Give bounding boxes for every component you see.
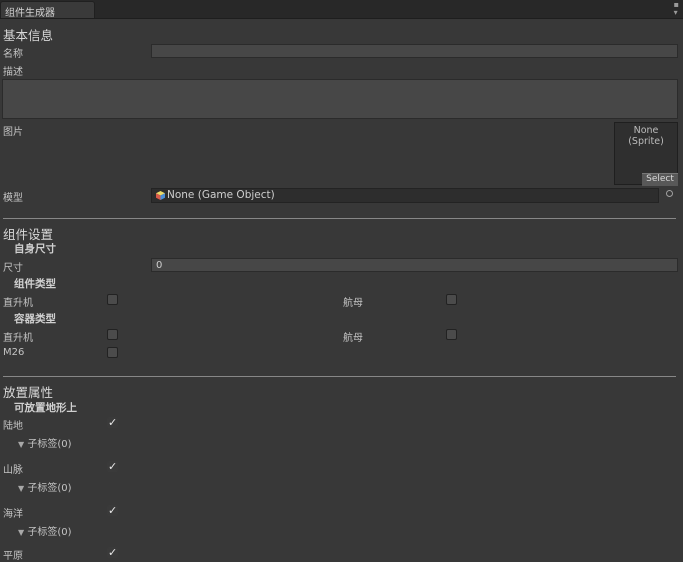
size-label: 尺寸 bbox=[3, 263, 23, 274]
section-title-basic: 基本信息 bbox=[3, 28, 54, 43]
sprite-field[interactable]: None (Sprite) Select bbox=[614, 122, 678, 186]
subtag-label: 子标签(0) bbox=[27, 527, 72, 538]
tab-component-generator[interactable]: 组件生成器 bbox=[0, 1, 95, 19]
component-type-label: 直升机 bbox=[3, 298, 33, 309]
foldout-triangle-icon: ▼ bbox=[18, 528, 25, 537]
terrain-checkbox[interactable] bbox=[107, 461, 118, 472]
model-object-field[interactable]: None (Game Object) bbox=[151, 188, 659, 203]
name-input[interactable] bbox=[151, 44, 678, 58]
foldout-triangle-icon: ▼ bbox=[18, 440, 25, 449]
container-type-label: M26 bbox=[3, 347, 25, 358]
section-divider bbox=[3, 376, 676, 377]
terrain-label: 陆地 bbox=[3, 421, 23, 432]
component-type-checkbox[interactable] bbox=[107, 294, 118, 305]
sprite-value-line2: (Sprite) bbox=[628, 136, 664, 147]
sprite-value-line1: None bbox=[633, 125, 659, 136]
section-divider bbox=[3, 218, 676, 219]
terrain-label: 山脉 bbox=[3, 465, 23, 476]
name-label: 名称 bbox=[3, 49, 23, 60]
container-type-checkbox[interactable] bbox=[107, 329, 118, 340]
self-size-title: 自身尺寸 bbox=[14, 243, 56, 255]
description-textarea[interactable] bbox=[2, 79, 678, 119]
container-type-checkbox[interactable] bbox=[107, 347, 118, 358]
container-type-checkbox[interactable] bbox=[446, 329, 457, 340]
subtag-foldout[interactable]: ▼ 子标签(0) bbox=[18, 479, 72, 494]
section-title-placement: 放置属性 bbox=[3, 385, 54, 400]
component-type-label: 航母 bbox=[343, 298, 363, 309]
terrain-title: 可放置地形上 bbox=[14, 402, 77, 414]
terrain-checkbox[interactable] bbox=[107, 547, 118, 558]
container-type-title: 容器类型 bbox=[14, 313, 56, 325]
object-picker-icon[interactable] bbox=[666, 190, 673, 197]
terrain-checkbox[interactable] bbox=[107, 505, 118, 516]
subtag-label: 子标签(0) bbox=[27, 439, 72, 450]
gameobject-cube-icon bbox=[156, 191, 165, 200]
subtag-foldout[interactable]: ▼ 子标签(0) bbox=[18, 435, 72, 450]
terrain-checkbox[interactable] bbox=[107, 417, 118, 428]
description-label: 描述 bbox=[3, 67, 23, 78]
subtag-label: 子标签(0) bbox=[27, 483, 72, 494]
subtag-foldout[interactable]: ▼ 子标签(0) bbox=[18, 523, 72, 538]
menu-icon[interactable]: ▪ ▾ bbox=[674, 1, 679, 17]
terrain-label: 海洋 bbox=[3, 509, 23, 520]
window-tab-bar bbox=[0, 0, 683, 19]
image-label: 图片 bbox=[3, 127, 23, 138]
foldout-triangle-icon: ▼ bbox=[18, 484, 25, 493]
sprite-value: None (Sprite) bbox=[615, 125, 677, 147]
size-input[interactable]: 0 bbox=[151, 258, 678, 272]
model-value: None (Game Object) bbox=[167, 189, 275, 201]
model-label: 模型 bbox=[3, 193, 23, 204]
container-type-label: 直升机 bbox=[3, 333, 33, 344]
component-type-title: 组件类型 bbox=[14, 278, 56, 290]
component-type-checkbox[interactable] bbox=[446, 294, 457, 305]
container-type-label: 航母 bbox=[343, 333, 363, 344]
sprite-select-button[interactable]: Select bbox=[642, 173, 678, 186]
